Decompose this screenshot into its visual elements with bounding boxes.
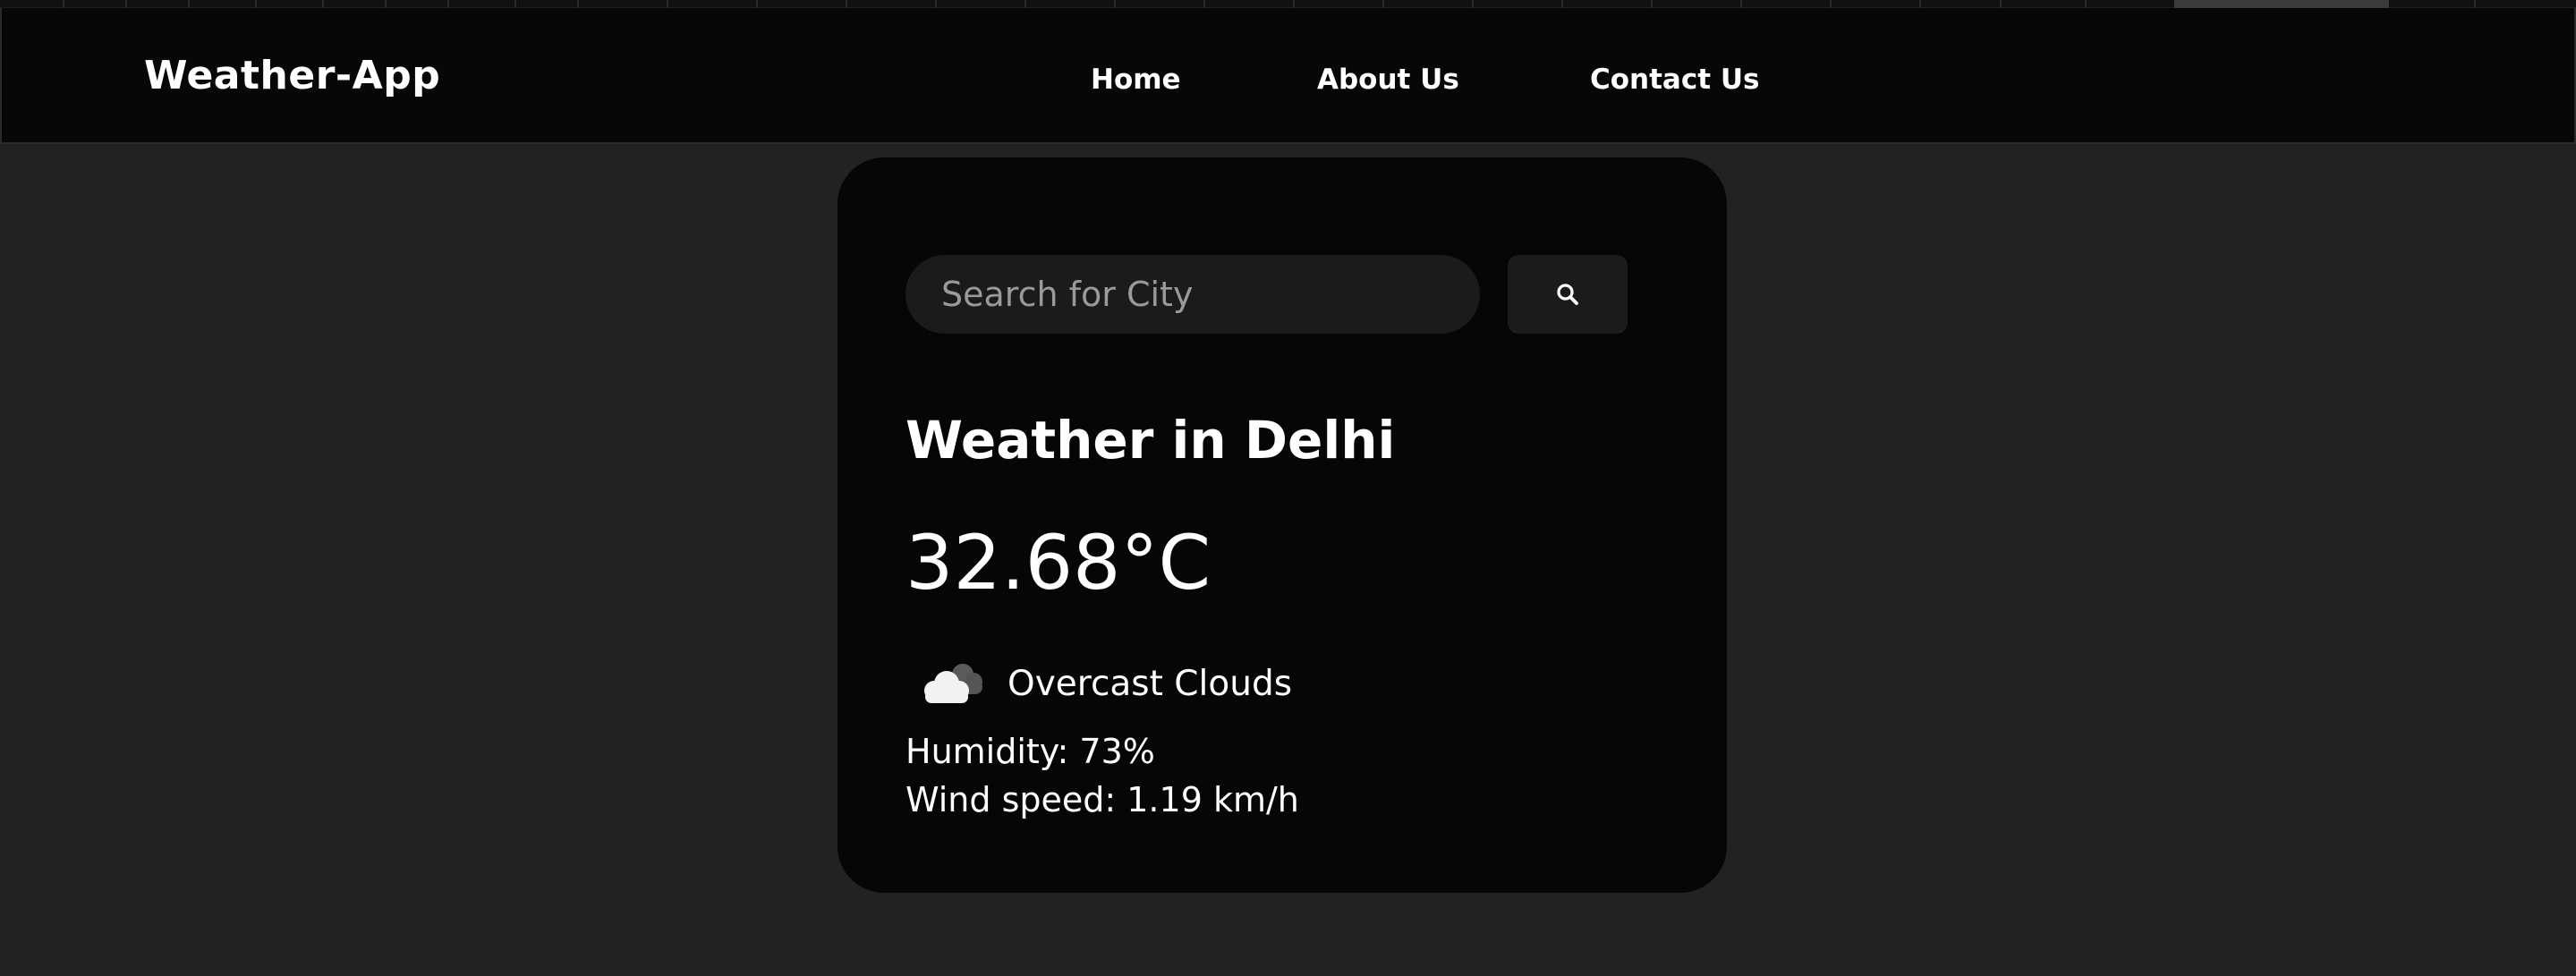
tab-divider	[1024, 0, 1026, 8]
nav-link-home[interactable]: Home	[1091, 64, 1181, 96]
tab-divider	[2000, 0, 2002, 8]
browser-tab-strip	[0, 0, 2576, 8]
tab-divider	[1830, 0, 1832, 8]
active-tab[interactable]	[2174, 0, 2389, 8]
tab-divider	[1203, 0, 1205, 8]
search-button[interactable]	[1508, 255, 1628, 334]
nav-link-about[interactable]: About Us	[1317, 64, 1459, 96]
tab-divider	[2474, 0, 2476, 8]
search-icon	[1557, 284, 1578, 305]
tab-divider	[447, 0, 449, 8]
tab-divider	[1293, 0, 1295, 8]
wind-speed-text: Wind speed: 1.19 km/h	[905, 780, 1299, 819]
tab-divider	[385, 0, 387, 8]
nav-link-contact[interactable]: Contact Us	[1590, 64, 1759, 96]
tab-divider	[322, 0, 324, 8]
brand-logo[interactable]: Weather-App	[144, 53, 440, 98]
tab-divider	[2085, 0, 2087, 8]
tab-divider	[514, 0, 516, 8]
humidity-text: Humidity: 73%	[905, 732, 1155, 771]
tab-divider	[1919, 0, 1921, 8]
tab-divider	[1382, 0, 1384, 8]
tab-divider	[667, 0, 668, 8]
tab-divider	[255, 0, 257, 8]
tab-divider	[63, 0, 64, 8]
tab-divider	[1561, 0, 1563, 8]
tab-divider	[935, 0, 937, 8]
condition-text: Overcast Clouds	[1007, 664, 1293, 704]
weather-card: Weather in Delhi 32.68°C Overcast Clouds…	[837, 157, 1727, 893]
tab-divider	[846, 0, 847, 8]
tab-divider	[577, 0, 579, 8]
search-input[interactable]	[905, 255, 1480, 334]
tab-divider	[1651, 0, 1653, 8]
tab-divider	[125, 0, 127, 8]
tab-divider	[1740, 0, 1742, 8]
tab-divider	[188, 0, 190, 8]
cloud-icon	[924, 664, 982, 703]
temperature-value: 32.68°C	[905, 519, 1211, 607]
tab-divider	[756, 0, 758, 8]
tab-divider	[1114, 0, 1116, 8]
navbar: Weather-App Home About Us Contact Us	[0, 8, 2576, 144]
tab-divider	[1472, 0, 1474, 8]
weather-city-title: Weather in Delhi	[905, 410, 1396, 471]
